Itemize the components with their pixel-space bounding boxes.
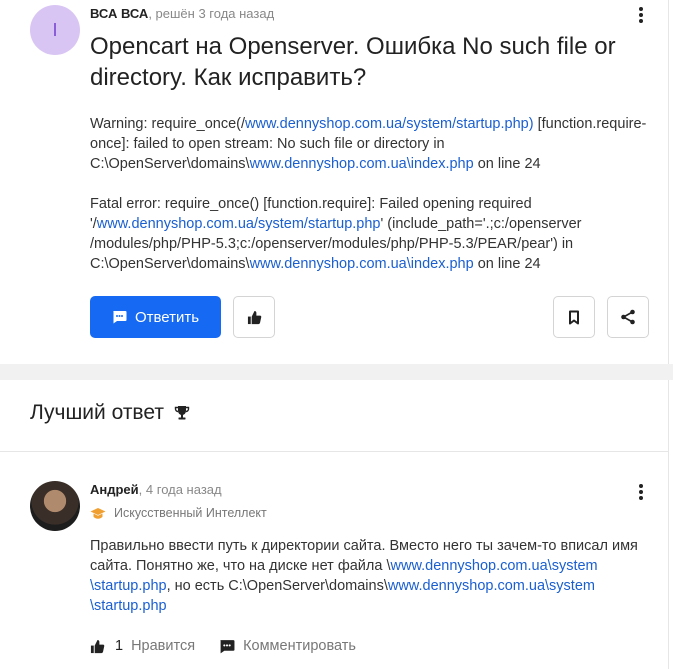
- section-divider: [0, 364, 673, 380]
- answer-meta: Андрей, 4 года назад: [90, 482, 222, 497]
- bookmark-icon: [569, 310, 579, 324]
- meta-separator: ,: [148, 6, 156, 21]
- graduation-cap-icon: [90, 507, 106, 519]
- more-vertical-icon: [639, 484, 643, 488]
- chat-bubble-icon: [113, 311, 127, 324]
- share-icon: [621, 309, 635, 325]
- question-time: решён 3 года назад: [155, 6, 275, 21]
- best-answer-card: Андрей, 4 года назад Искусственный Интел…: [0, 452, 669, 669]
- question-author-name[interactable]: ВСА ВСА: [90, 6, 148, 21]
- answer-like-button[interactable]: 1 Нравится: [90, 638, 195, 654]
- comment-label: Комментировать: [243, 638, 356, 654]
- answer-time: 4 года назад: [145, 482, 222, 497]
- like-label: Нравится: [131, 638, 196, 654]
- question-meta: ВСА ВСА, решён 3 года назад: [90, 6, 274, 21]
- chat-bubble-icon: [220, 639, 235, 653]
- avatar-letter: I: [52, 19, 58, 40]
- answer-more-menu-button[interactable]: [631, 481, 651, 503]
- question-paragraph-warning: Warning: require_once(/www.dennyshop.com…: [90, 116, 647, 172]
- question-card: I ВСА ВСА, решён 3 года назад Opencart н…: [0, 0, 669, 364]
- answer-comment-button[interactable]: Комментировать: [219, 638, 356, 654]
- question-author-avatar[interactable]: I: [30, 5, 80, 55]
- link-index-php[interactable]: www.dennyshop.com.ua\index.php: [250, 256, 474, 272]
- thumbs-up-icon: [90, 639, 105, 653]
- like-question-button[interactable]: [233, 296, 275, 338]
- answer-author-name[interactable]: Андрей: [90, 482, 139, 497]
- more-vertical-icon: [639, 7, 643, 11]
- answer-author-avatar[interactable]: [30, 481, 80, 531]
- bookmark-button[interactable]: [553, 296, 595, 338]
- like-count: 1: [115, 638, 124, 654]
- reply-button[interactable]: Ответить: [90, 296, 221, 338]
- answer-author-role: Искусственный Интеллект: [90, 506, 267, 520]
- question-body: Warning: require_once(/www.dennyshop.com…: [90, 114, 650, 294]
- meta-separator: ,: [138, 482, 146, 497]
- answer-actions: 1 Нравится Комментировать: [90, 638, 356, 654]
- question-more-menu-button[interactable]: [631, 4, 651, 26]
- thumbs-up-icon: [247, 310, 261, 324]
- share-button[interactable]: [607, 296, 649, 338]
- best-answer-header: Лучший ответ: [0, 380, 669, 452]
- link-startup-php[interactable]: www.dennyshop.com.ua/system/startup.php): [245, 116, 534, 132]
- reply-button-label: Ответить: [134, 308, 200, 326]
- trophy-icon: [174, 406, 190, 420]
- question-paragraph-fatal: Fatal error: require_once() [function.re…: [90, 196, 582, 272]
- link-startup-php[interactable]: www.dennyshop.com.ua/system/startup.php: [97, 216, 381, 232]
- link-index-php[interactable]: www.dennyshop.com.ua\index.php: [250, 156, 474, 172]
- question-title: Opencart на Openserver. Ошибка No such f…: [90, 33, 616, 91]
- best-answer-title: Лучший ответ: [30, 401, 190, 425]
- answer-body: Правильно ввести путь к директории сайта…: [90, 538, 638, 614]
